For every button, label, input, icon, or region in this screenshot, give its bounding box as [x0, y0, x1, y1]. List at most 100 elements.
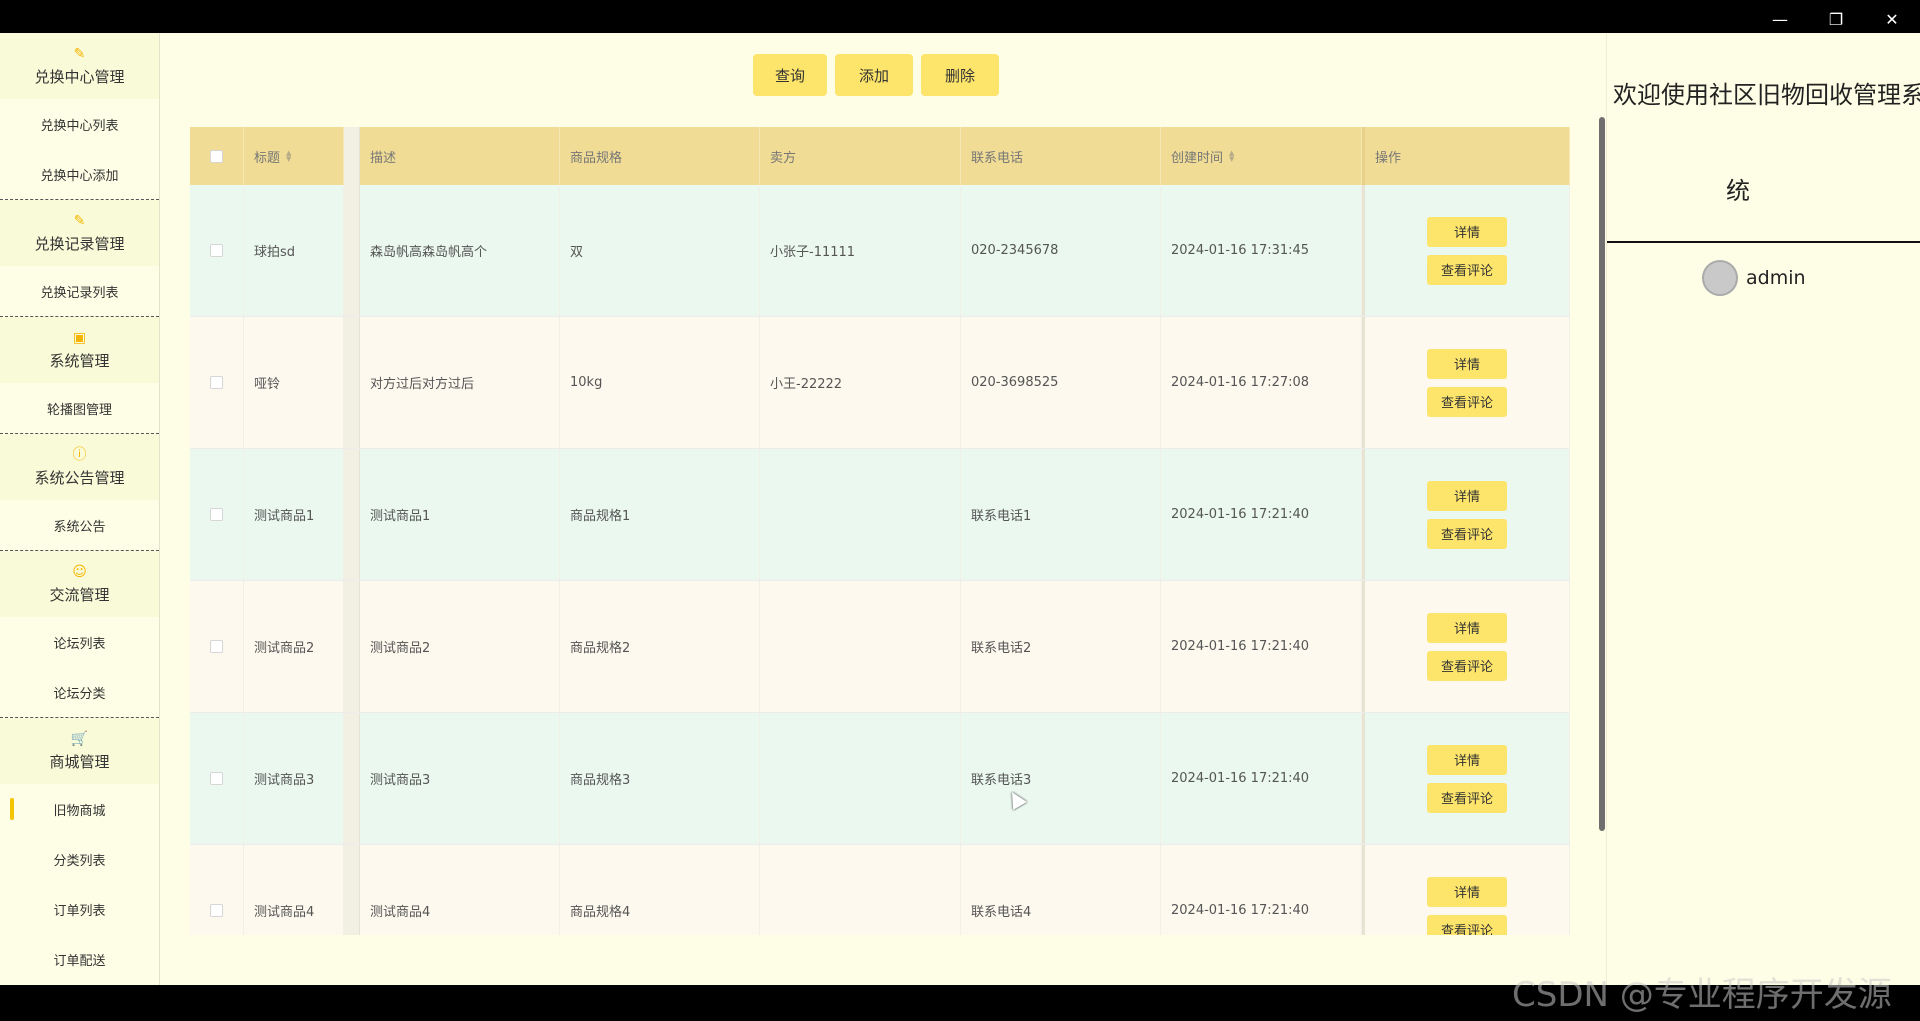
row-checkbox[interactable]: [210, 376, 223, 389]
nav-group-header[interactable]: ⓘ 系统公告管理: [0, 434, 159, 500]
nav-group-system: ▣ 系统管理 轮播图管理: [0, 317, 159, 434]
column-divider: [344, 317, 360, 448]
sidebar-item-category-list[interactable]: 分类列表: [0, 834, 159, 884]
sidebar-item-carousel[interactable]: 轮播图管理: [0, 383, 159, 433]
sidebar-item-announcement[interactable]: 系统公告: [0, 500, 159, 550]
column-header-title[interactable]: 标题 ▲ ▼: [244, 127, 344, 185]
column-header-spec: 商品规格: [560, 127, 760, 185]
row-checkbox[interactable]: [210, 640, 223, 653]
detail-button[interactable]: 详情: [1427, 480, 1507, 511]
cart-icon: 🛒: [70, 730, 89, 747]
sidebar-item-forum-list[interactable]: 论坛列表: [0, 617, 159, 667]
column-header-created[interactable]: 创建时间 ▲ ▼: [1161, 127, 1362, 185]
sort-icon[interactable]: ▲ ▼: [286, 150, 291, 163]
cell-actions: 详情 查看评论: [1362, 581, 1570, 712]
nav-group-header[interactable]: ☺ 交流管理: [0, 551, 159, 617]
table-row[interactable]: 测试商品3 测试商品3 商品规格3 联系电话3 2024-01-16 17:21:40 详…: [190, 713, 1570, 845]
chat-icon: ☺: [72, 563, 87, 580]
table-row[interactable]: 测试商品1 测试商品1 商品规格1 联系电话1 2024-01-16 17:21:40 详…: [190, 449, 1570, 581]
cell-created: 2024-01-16 17:21:40: [1161, 845, 1362, 935]
user-info[interactable]: admin: [1702, 260, 1806, 296]
table-header: 标题 ▲ ▼ 描述 商品规格 卖方 联系电话 创建时间 ▲ ▼ 操作: [190, 127, 1570, 185]
detail-button[interactable]: 详情: [1427, 348, 1507, 379]
cell-title: 测试商品3: [244, 713, 344, 844]
row-checkbox[interactable]: [210, 904, 223, 917]
cell-description: 测试商品4: [360, 845, 560, 935]
row-checkbox[interactable]: [210, 244, 223, 257]
nav-group-header[interactable]: ▣ 系统管理: [0, 317, 159, 383]
view-comments-button[interactable]: 查看评论: [1427, 650, 1507, 681]
detail-button[interactable]: 详情: [1427, 744, 1507, 775]
nav-group-header[interactable]: 🛒 商城管理: [0, 718, 159, 784]
nav-group-mall: 🛒 商城管理 旧物商城 分类列表 订单列表 订单配送: [0, 718, 159, 984]
sidebar-item-forum-category[interactable]: 论坛分类: [0, 667, 159, 717]
add-button[interactable]: 添加: [835, 54, 913, 96]
column-divider: [344, 449, 360, 580]
cell-created: 2024-01-16 17:31:45: [1161, 185, 1362, 316]
row-select-cell: [190, 581, 244, 712]
row-select-cell: [190, 449, 244, 580]
view-comments-button[interactable]: 查看评论: [1427, 518, 1507, 549]
sidebar-item-used-goods-mall[interactable]: 旧物商城: [0, 784, 159, 834]
cell-created: 2024-01-16 17:27:08: [1161, 317, 1362, 448]
sidebar-item-order-list[interactable]: 订单列表: [0, 884, 159, 934]
view-comments-button[interactable]: 查看评论: [1427, 914, 1507, 935]
cell-seller: [760, 581, 961, 712]
info-icon: ⓘ: [72, 446, 87, 463]
view-comments-button[interactable]: 查看评论: [1427, 386, 1507, 417]
cell-seller: [760, 449, 961, 580]
cell-actions: 详情 查看评论: [1362, 845, 1570, 935]
sidebar-item-exchange-center-list[interactable]: 兑换中心列表: [0, 99, 159, 149]
cell-title: 测试商品2: [244, 581, 344, 712]
sort-icon[interactable]: ▲ ▼: [1229, 150, 1234, 163]
sidebar-item-order-delivery[interactable]: 订单配送: [0, 934, 159, 984]
view-comments-button[interactable]: 查看评论: [1427, 254, 1507, 285]
edit-icon: ✎: [73, 212, 86, 229]
select-all-checkbox[interactable]: [210, 149, 223, 163]
table-row[interactable]: 测试商品4 测试商品4 商品规格4 联系电话4 2024-01-16 17:21:40 详…: [190, 845, 1570, 935]
nav-group-header[interactable]: ✎ 兑换记录管理: [0, 200, 159, 266]
cell-spec: 双: [560, 185, 760, 316]
right-panel: 欢迎使用社区旧物回收管理系 统 admin: [1606, 33, 1920, 985]
column-header-phone: 联系电话: [961, 127, 1161, 185]
row-select-cell: [190, 317, 244, 448]
vertical-scrollbar[interactable]: [1599, 117, 1605, 831]
welcome-text: 欢迎使用社区旧物回收管理系: [1613, 81, 1920, 109]
cell-title: 哑铃: [244, 317, 344, 448]
cell-phone: 联系电话4: [961, 845, 1161, 935]
cell-actions: 详情 查看评论: [1362, 317, 1570, 448]
column-divider: [344, 127, 360, 185]
select-all-cell: [190, 127, 244, 185]
cell-phone: 联系电话3: [961, 713, 1161, 844]
cell-actions: 详情 查看评论: [1362, 713, 1570, 844]
cell-created: 2024-01-16 17:21:40: [1161, 581, 1362, 712]
main-content: 查询 添加 删除 标题 ▲ ▼ 描述 商品规格 卖方 联系电话 创建时间 ▲ ▼ 操作 …: [160, 33, 1606, 985]
table-body: 球拍sd 森岛帆高森岛帆高个双小张子-11111 020-2345678 2024-0…: [190, 185, 1570, 935]
delete-button[interactable]: 删除: [921, 54, 999, 96]
cell-title: 球拍sd: [244, 185, 344, 316]
row-checkbox[interactable]: [210, 772, 223, 785]
view-comments-button[interactable]: 查看评论: [1427, 782, 1507, 813]
detail-button[interactable]: 详情: [1427, 876, 1507, 907]
nav-group-header[interactable]: ✎ 兑换中心管理: [0, 33, 159, 99]
table-row[interactable]: 哑铃 对方过后对方过后 10kg 小王-22222 020-3698525 2024-01…: [190, 317, 1570, 449]
app-window: ✎ 兑换中心管理 兑换中心列表 兑换中心添加 ✎ 兑换记录管理 兑换记录列表 ▣…: [0, 33, 1920, 985]
cell-description: 森岛帆高森岛帆高个: [360, 185, 560, 316]
table-row[interactable]: 测试商品2 测试商品2 商品规格2 联系电话2 2024-01-16 17:21:40 详…: [190, 581, 1570, 713]
sidebar: ✎ 兑换中心管理 兑换中心列表 兑换中心添加 ✎ 兑换记录管理 兑换记录列表 ▣…: [0, 33, 160, 985]
cell-spec: 商品规格2: [560, 581, 760, 712]
nav-group-title: 系统公告管理: [34, 468, 125, 487]
table-row[interactable]: 球拍sd 森岛帆高森岛帆高个双小张子-11111 020-2345678 2024-0…: [190, 185, 1570, 317]
sidebar-item-exchange-record-list[interactable]: 兑换记录列表: [0, 266, 159, 316]
detail-button[interactable]: 详情: [1427, 612, 1507, 643]
sidebar-item-exchange-center-add[interactable]: 兑换中心添加: [0, 149, 159, 199]
detail-button[interactable]: 详情: [1427, 216, 1507, 247]
cell-seller: 小张子-11111: [760, 185, 961, 316]
avatar[interactable]: [1702, 260, 1738, 296]
cell-phone: 020-2345678: [961, 185, 1161, 316]
nav-group-announcements: ⓘ 系统公告管理 系统公告: [0, 434, 159, 551]
cell-created: 2024-01-16 17:21:40: [1161, 449, 1362, 580]
row-checkbox[interactable]: [210, 508, 223, 521]
row-select-cell: [190, 185, 244, 316]
query-button[interactable]: 查询: [753, 54, 827, 96]
